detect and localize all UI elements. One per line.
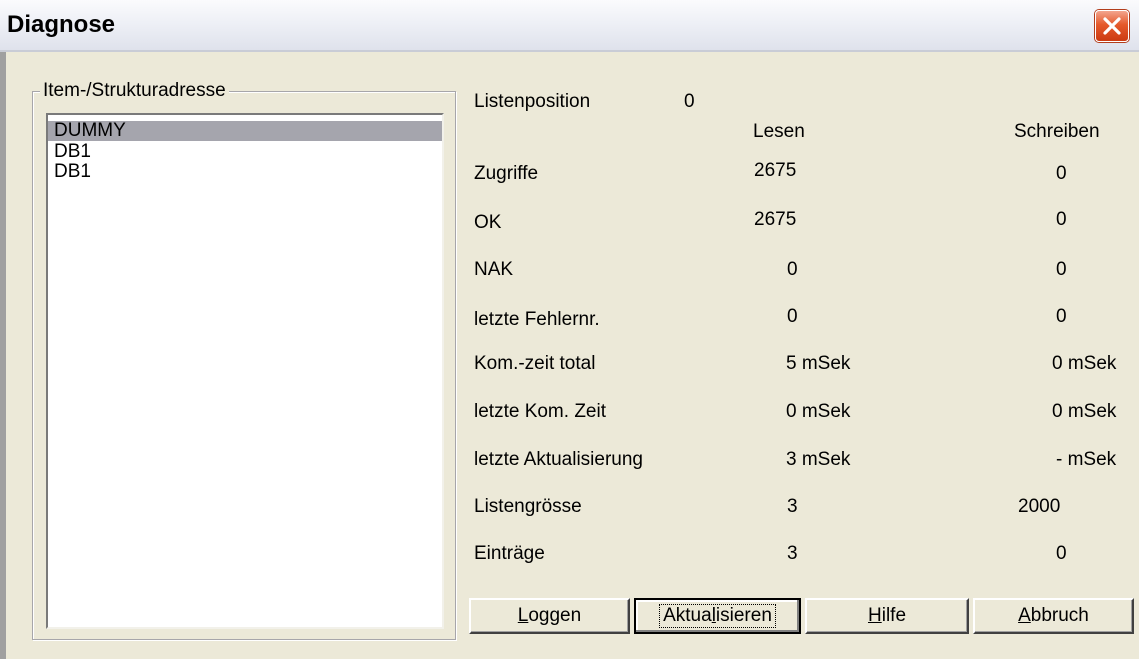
cancel-button[interactable]: Abbruch: [973, 598, 1134, 634]
stat-label-nak: NAK: [474, 259, 514, 280]
stat-read-accesses: 2675: [754, 160, 797, 181]
stat-read-last-comm-time: 0 mSek: [786, 401, 851, 422]
stat-read-nak: 0: [787, 259, 798, 280]
list-position-label: Listenposition: [474, 91, 591, 112]
log-button[interactable]: Loggen: [469, 598, 630, 634]
stat-read-ok: 2675: [754, 209, 797, 230]
group-label: Item-/Strukturadresse: [40, 80, 229, 102]
stat-label-accesses: Zugriffe: [474, 163, 539, 184]
stat-read-comm-time-total: 5 mSek: [786, 353, 851, 374]
close-button[interactable]: [1095, 10, 1129, 42]
stat-write-last-comm-time: 0 mSek: [1052, 401, 1117, 422]
list-item[interactable]: DUMMY: [48, 121, 442, 141]
stat-read-list-size: 3: [787, 496, 798, 517]
stat-label-comm-time-total: Kom.-zeit total: [474, 353, 596, 374]
list-item[interactable]: DB1: [54, 142, 91, 162]
list-item[interactable]: DB1: [54, 162, 91, 182]
close-icon: [1103, 17, 1121, 35]
stat-write-entries: 0: [1056, 543, 1067, 564]
stat-write-comm-time-total: 0 mSek: [1052, 353, 1117, 374]
title-bar[interactable]: Diagnose: [0, 0, 1139, 52]
list-position-value: 0: [684, 91, 695, 112]
stat-label-last-update: letzte Aktualisierung: [474, 449, 643, 470]
stat-write-last-update: - mSek: [1056, 449, 1117, 470]
stat-write-list-size: 2000: [1018, 496, 1061, 517]
stat-label-last-error: letzte Fehlernr.: [474, 309, 600, 330]
write-column-header: Schreiben: [1014, 121, 1100, 142]
stat-label-entries: Einträge: [474, 543, 545, 564]
stat-read-last-error: 0: [787, 306, 798, 327]
stat-read-last-update: 3 mSek: [786, 449, 851, 470]
stat-read-entries: 3: [787, 543, 798, 564]
stat-write-ok: 0: [1056, 209, 1067, 230]
window-title: Diagnose: [7, 11, 116, 38]
cancel-button-label: Abbruch: [1018, 605, 1089, 626]
help-button[interactable]: Hilfe: [805, 598, 969, 634]
stat-write-nak: 0: [1056, 259, 1067, 280]
read-column-header: Lesen: [753, 121, 805, 142]
stat-label-last-comm-time: letzte Kom. Zeit: [474, 401, 606, 422]
address-listbox[interactable]: DUMMY DB1 DB1: [46, 113, 444, 629]
stat-label-ok: OK: [474, 212, 502, 233]
stat-label-list-size: Listengrösse: [474, 496, 582, 517]
help-button-label: Hilfe: [867, 605, 907, 626]
stat-write-accesses: 0: [1056, 163, 1067, 184]
refresh-button[interactable]: Aktualisieren: [634, 598, 801, 634]
log-button-label: Loggen: [517, 605, 582, 626]
refresh-button-label: Aktualisieren: [659, 604, 776, 628]
window-border: [0, 52, 6, 659]
stat-write-last-error: 0: [1056, 306, 1067, 327]
